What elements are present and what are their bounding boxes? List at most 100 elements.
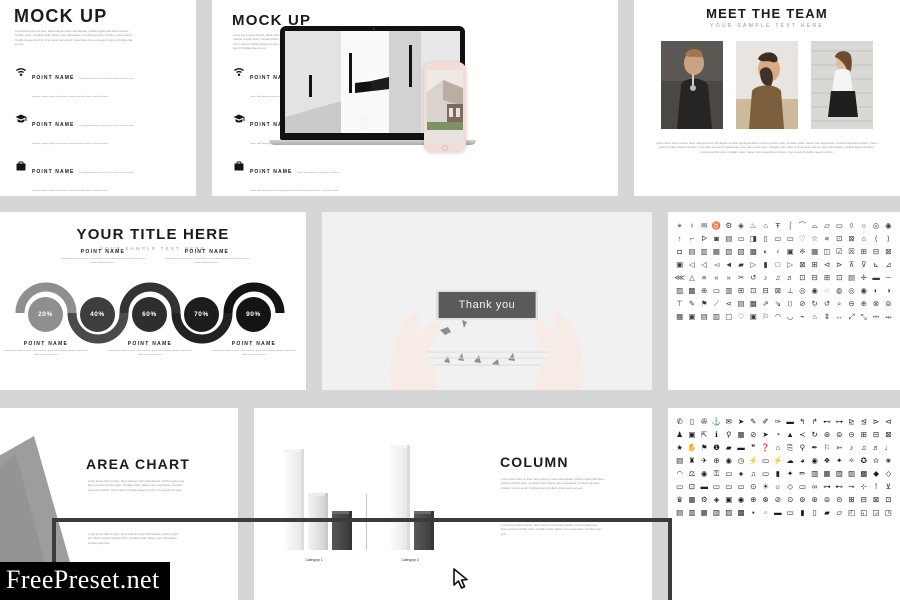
outline-108-icon[interactable]: ⊤ <box>674 298 685 309</box>
solid-87-icon[interactable]: ▩ <box>858 468 869 479</box>
solid-66-icon[interactable]: ❖ <box>821 455 832 466</box>
solid-7-icon[interactable]: ✐ <box>760 416 771 427</box>
solid-108-icon[interactable]: ♛ <box>674 494 685 505</box>
solid-74-icon[interactable]: ◉ <box>699 468 710 479</box>
solid-117-icon[interactable]: ⊙ <box>784 494 795 505</box>
outline-32-icon[interactable]: ⊠ <box>846 233 857 244</box>
solid-119-icon[interactable]: ⊛ <box>809 494 820 505</box>
outline-128-icon[interactable]: ▤ <box>699 311 710 322</box>
outline-126-icon[interactable]: ▦ <box>674 311 685 322</box>
outline-77-icon[interactable]: ✂ <box>735 272 746 283</box>
solid-116-icon[interactable]: ⊘ <box>772 494 783 505</box>
solid-68-icon[interactable]: ✧ <box>846 455 857 466</box>
outline-81-icon[interactable]: ♬ <box>784 272 795 283</box>
outline-1-icon[interactable]: ♀ <box>686 220 697 231</box>
solid-128-icon[interactable]: ▦ <box>699 507 710 518</box>
icon-grid-outline[interactable]: ⌖ ♀ ✉ ♉ ⚙ ◈ ♨ ⌂ Ŧ ⌠ ⌒ ⌓ ▱ ▭ ◊ ○ ◎ ◉ ↑ ⌐ ᐅ ◙ ▤ ▭ ◨ ▯ ▭ ▭ ♡ ☆ ≡ ⊡ ⊠ ⌂ ⟨ ⟩ ◘ ▤ ▥ ▦… <box>668 212 900 330</box>
outline-66-icon[interactable]: ⊲ <box>821 259 832 270</box>
solid-143-icon[interactable]: ◳ <box>883 507 894 518</box>
list-item[interactable]: POINT NAME Lorem ipsum dolor sit amet, l… <box>233 160 345 196</box>
solid-111-icon[interactable]: ◈ <box>711 494 722 505</box>
solid-103-icon[interactable]: ⊷ <box>834 481 845 492</box>
outline-2-icon[interactable]: ✉ <box>699 220 710 231</box>
outline-44-icon[interactable]: ♀ <box>772 246 783 257</box>
solid-32-icon[interactable]: ⊝ <box>846 429 857 440</box>
solid-94-icon[interactable]: ▭ <box>723 481 734 492</box>
solid-29-icon[interactable]: ↻ <box>809 429 820 440</box>
team-photo-2[interactable] <box>736 41 798 129</box>
solid-105-icon[interactable]: ⊹ <box>858 481 869 492</box>
outline-136-icon[interactable]: ⌁ <box>797 311 808 322</box>
outline-67-icon[interactable]: ⊳ <box>834 259 845 270</box>
bar-c1-series3[interactable] <box>332 511 352 550</box>
bar-c1-series2[interactable] <box>308 493 328 550</box>
outline-132-icon[interactable]: ▣ <box>748 311 759 322</box>
outline-31-icon[interactable]: ⊡ <box>834 233 845 244</box>
outline-140-icon[interactable]: ⤢ <box>846 311 857 322</box>
outline-90-icon[interactable]: ▨ <box>674 285 685 296</box>
solid-39-icon[interactable]: ❶ <box>711 442 722 453</box>
solid-121-icon[interactable]: ⊝ <box>834 494 845 505</box>
solid-20-icon[interactable]: ⇱ <box>699 429 710 440</box>
outline-27-icon[interactable]: ▭ <box>784 233 795 244</box>
solid-90-icon[interactable]: ▭ <box>674 481 685 492</box>
outline-91-icon[interactable]: ▩ <box>686 285 697 296</box>
solid-141-icon[interactable]: ◱ <box>858 507 869 518</box>
solid-9-icon[interactable]: ▬ <box>784 416 795 427</box>
outline-135-icon[interactable]: ◡ <box>784 311 795 322</box>
outline-115-icon[interactable]: ⇗ <box>760 298 771 309</box>
outline-101-icon[interactable]: ◉ <box>809 285 820 296</box>
outline-20-icon[interactable]: ᐅ <box>699 233 710 244</box>
solid-8-icon[interactable]: ✑ <box>772 416 783 427</box>
solid-140-icon[interactable]: ◰ <box>846 507 857 518</box>
solid-136-icon[interactable]: ▮ <box>797 507 808 518</box>
outline-84-icon[interactable]: ⊞ <box>821 272 832 283</box>
list-item[interactable]: POINT NAME Lorem ipsum dolor sit amet, l… <box>15 160 137 196</box>
solid-89-icon[interactable]: ◇ <box>883 468 894 479</box>
solid-1-icon[interactable]: ▯ <box>686 416 697 427</box>
solid-65-icon[interactable]: ◉ <box>809 455 820 466</box>
solid-80-icon[interactable]: ▮ <box>772 468 783 479</box>
solid-6-icon[interactable]: ✎ <box>748 416 759 427</box>
outline-71-icon[interactable]: ⊿ <box>883 259 894 270</box>
outline-137-icon[interactable]: ⌂ <box>809 311 820 322</box>
slide-icon-set-outline[interactable]: ⌖ ♀ ✉ ♉ ⚙ ◈ ♨ ⌂ Ŧ ⌠ ⌒ ⌓ ▱ ▭ ◊ ○ ◎ ◉ ↑ ⌐ ᐅ ◙ ▤ ▭ ◨ ▯ ▭ ▭ ♡ ☆ ≡ ⊡ ⊠ ⌂ ⟨ ⟩ ◘ ▤ ▥ ▦… <box>668 212 900 390</box>
outline-85-icon[interactable]: ⊡ <box>834 272 845 283</box>
solid-61-icon[interactable]: ▭ <box>760 455 771 466</box>
outline-60-icon[interactable]: ▷ <box>748 259 759 270</box>
slide-meet-the-team[interactable]: MEET THE TEAM YOUR SAMPLE TEXT HERE Lore… <box>634 0 900 196</box>
solid-53-icon[interactable]: ♩ <box>883 442 894 453</box>
outline-3-icon[interactable]: ♉ <box>711 220 722 231</box>
solid-12-icon[interactable]: ⊷ <box>821 416 832 427</box>
solid-95-icon[interactable]: ▭ <box>735 481 746 492</box>
solid-132-icon[interactable]: ▪ <box>748 507 759 518</box>
solid-49-icon[interactable]: ➳ <box>834 442 845 453</box>
solid-86-icon[interactable]: ▨ <box>846 468 857 479</box>
solid-16-icon[interactable]: ⊳ <box>870 416 881 427</box>
solid-57-icon[interactable]: ⊕ <box>711 455 722 466</box>
solid-96-icon[interactable]: ⊙ <box>748 481 759 492</box>
solid-131-icon[interactable]: ▩ <box>735 507 746 518</box>
solid-19-icon[interactable]: ▣ <box>686 429 697 440</box>
solid-137-icon[interactable]: ▯ <box>809 507 820 518</box>
solid-76-icon[interactable]: ▭ <box>723 468 734 479</box>
solid-59-icon[interactable]: ◷ <box>735 455 746 466</box>
solid-50-icon[interactable]: ♪ <box>846 442 857 453</box>
solid-81-icon[interactable]: ✦ <box>784 468 795 479</box>
outline-41-icon[interactable]: ▨ <box>735 246 746 257</box>
solid-118-icon[interactable]: ⊚ <box>797 494 808 505</box>
outline-54-icon[interactable]: ▣ <box>674 259 685 270</box>
outline-11-icon[interactable]: ⌓ <box>809 220 820 231</box>
outline-28-icon[interactable]: ♡ <box>797 233 808 244</box>
solid-64-icon[interactable]: ◕ <box>797 455 808 466</box>
solid-51-icon[interactable]: ♫ <box>858 442 869 453</box>
outline-131-icon[interactable]: ♡ <box>735 311 746 322</box>
solid-34-icon[interactable]: ⊟ <box>870 429 881 440</box>
solid-122-icon[interactable]: ⊞ <box>846 494 857 505</box>
step-circle-4[interactable]: 70% <box>184 297 219 332</box>
outline-107-icon[interactable]: ◑ <box>883 285 894 296</box>
solid-26-icon[interactable]: ◔ <box>772 429 783 440</box>
outline-57-icon[interactable]: ◅ <box>711 259 722 270</box>
outline-129-icon[interactable]: ▥ <box>711 311 722 322</box>
outline-49-icon[interactable]: ☑ <box>834 246 845 257</box>
